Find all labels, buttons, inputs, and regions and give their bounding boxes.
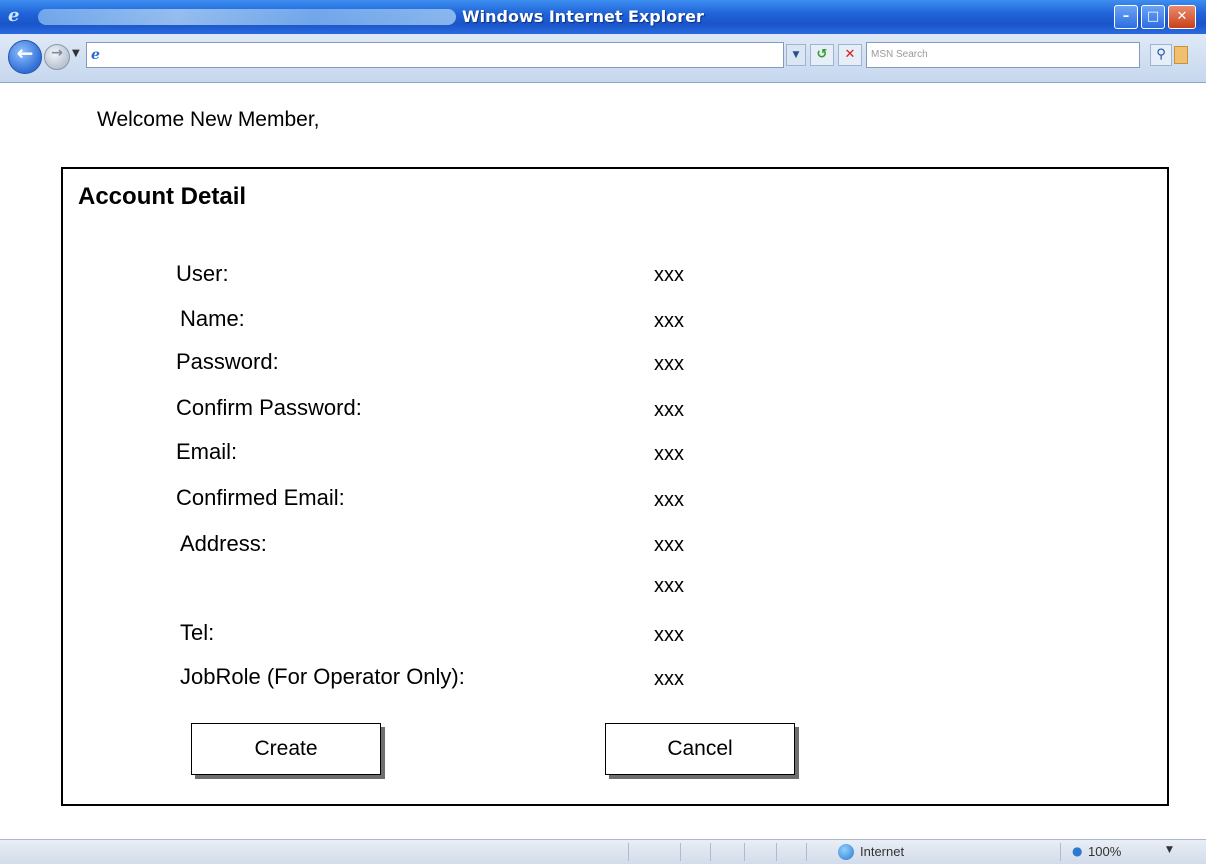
field-value-email: xxx [654,443,684,465]
forward-icon: → [51,45,63,61]
field-label-user: User: [176,261,229,286]
internet-zone-icon [838,844,854,860]
field-value-tel: xxx [654,624,684,646]
create-button[interactable]: Create [191,723,381,775]
recent-pages-dropdown[interactable]: ▼ [72,48,80,59]
status-divider [628,843,629,861]
field-value-user: xxx [654,264,684,286]
back-icon: ← [16,41,34,65]
cancel-button[interactable]: Cancel [605,723,795,775]
address-dropdown[interactable]: ▼ [786,44,806,66]
status-divider [744,843,745,861]
minimize-button[interactable]: – [1114,5,1138,29]
ie-logo-icon: e [8,5,20,26]
status-divider [776,843,777,861]
status-divider [1060,843,1061,861]
search-options-button[interactable] [1174,46,1188,64]
navigation-bar: ← → ▼ e ▼ ↺ ✕ MSN Search ⚲ [0,34,1206,83]
close-button[interactable]: ✕ [1168,5,1196,29]
status-divider [806,843,807,861]
field-label-confirm-password: Confirm Password: [176,395,362,420]
field-label-address: Address: [180,531,267,556]
field-value-jobrole: xxx [654,668,684,690]
field-value-confirm-password: xxx [654,399,684,421]
zoom-icon: ● [1072,844,1083,858]
status-divider [680,843,681,861]
zoom-dropdown[interactable]: ▼ [1166,845,1173,855]
forward-button[interactable]: → [44,44,70,70]
panel-title: Account Detail [78,183,247,210]
redacted-page-title [38,9,456,25]
refresh-button[interactable]: ↺ [810,44,834,66]
maximize-button[interactable]: □ [1141,5,1165,29]
address-bar[interactable]: e [86,42,784,68]
field-value-password: xxx [654,353,684,375]
field-value-address-line-2: xxx [654,575,684,597]
zoom-level[interactable]: 100% [1088,844,1121,859]
status-divider [710,843,711,861]
security-zone: Internet [860,844,905,859]
field-label-jobrole: JobRole (For Operator Only): [180,664,465,689]
field-label-tel: Tel: [180,620,215,645]
field-value-confirmed-email: xxx [654,489,684,511]
field-value-name: xxx [654,310,684,332]
field-label-confirmed-email: Confirmed Email: [176,485,345,510]
search-input[interactable]: MSN Search [866,42,1140,68]
field-label-password: Password: [176,349,279,374]
welcome-message: Welcome New Member, [97,108,320,131]
window-title: Windows Internet Explorer [462,7,704,26]
field-label-name: Name: [180,306,245,331]
stop-button[interactable]: ✕ [838,44,862,66]
status-bar: Internet ● 100% ▼ [0,839,1206,864]
back-button[interactable]: ← [8,40,42,74]
search-button[interactable]: ⚲ [1150,44,1172,66]
refresh-icon: ↺ [816,47,828,62]
search-icon: ⚲ [1156,47,1166,62]
page-icon: e [91,47,100,63]
stop-icon: ✕ [844,47,856,62]
field-value-address: xxx [654,534,684,556]
title-bar: e Windows Internet Explorer – □ ✕ [0,0,1206,34]
field-label-email: Email: [176,439,238,464]
